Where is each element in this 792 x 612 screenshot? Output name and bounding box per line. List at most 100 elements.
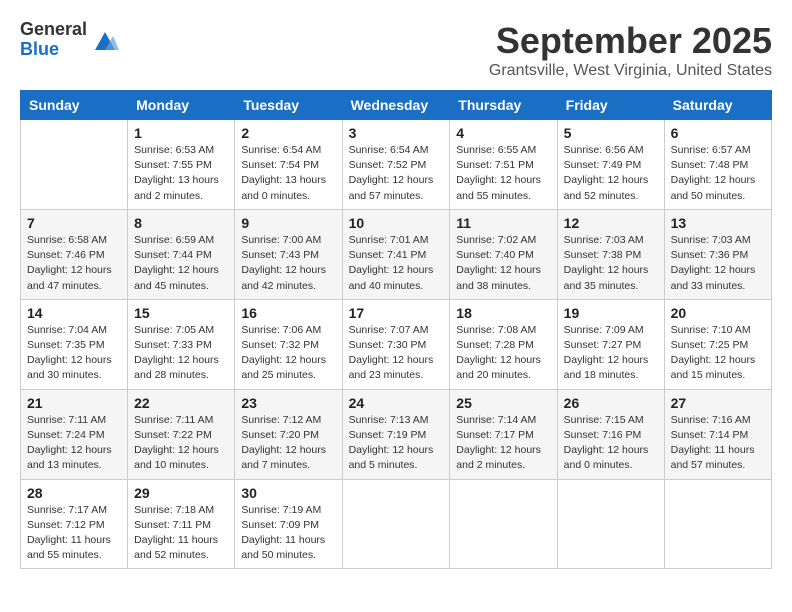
- calendar-cell: 6 Sunrise: 6:57 AM Sunset: 7:48 PM Daylig…: [664, 120, 771, 210]
- day-number: 22: [134, 395, 228, 411]
- calendar-cell: [664, 479, 771, 569]
- day-info: Sunrise: 7:04 AM Sunset: 7:35 PM Dayligh…: [27, 323, 121, 384]
- calendar-cell: 14 Sunrise: 7:04 AM Sunset: 7:35 PM Dayli…: [21, 299, 128, 389]
- calendar-cell: 15 Sunrise: 7:05 AM Sunset: 7:33 PM Dayli…: [128, 299, 235, 389]
- calendar-cell: 8 Sunrise: 6:59 AM Sunset: 7:44 PM Daylig…: [128, 209, 235, 299]
- day-number: 27: [671, 395, 765, 411]
- calendar-cell: 10Sunrise: 7:01 AM Sunset: 7:41 PM Dayli…: [342, 209, 450, 299]
- day-info: Sunrise: 7:11 AM Sunset: 7:22 PM Dayligh…: [134, 413, 228, 474]
- day-number: 30: [241, 485, 335, 501]
- page-header: General Blue September 2025 Grantsville,…: [20, 20, 772, 80]
- day-info: Sunrise: 7:09 AM Sunset: 7:27 PM Dayligh…: [564, 323, 658, 384]
- logo-blue-text: Blue: [20, 40, 87, 60]
- calendar-cell: 9 Sunrise: 7:00 AM Sunset: 7:43 PM Daylig…: [235, 209, 342, 299]
- calendar-week-3: 14 Sunrise: 7:04 AM Sunset: 7:35 PM Dayli…: [21, 299, 772, 389]
- day-number: 15: [134, 305, 228, 321]
- day-info: Sunrise: 7:10 AM Sunset: 7:25 PM Dayligh…: [671, 323, 765, 384]
- calendar-cell: 5Sunrise: 6:56 AM Sunset: 7:49 PM Daylig…: [557, 120, 664, 210]
- day-number: 17: [349, 305, 444, 321]
- day-number: 18: [456, 305, 550, 321]
- title-area: September 2025 Grantsville, West Virgini…: [489, 20, 772, 80]
- calendar-cell: 12 Sunrise: 7:03 AM Sunset: 7:38 PM Dayli…: [557, 209, 664, 299]
- logo-icon: [91, 26, 119, 54]
- calendar-cell: 20Sunrise: 7:10 AM Sunset: 7:25 PM Dayli…: [664, 299, 771, 389]
- calendar-week-1: 1 Sunrise: 6:53 AM Sunset: 7:55 PM Daylig…: [21, 120, 772, 210]
- day-number: 7: [27, 215, 121, 231]
- day-number: 5: [564, 125, 658, 141]
- calendar-cell: 23Sunrise: 7:12 AM Sunset: 7:20 PM Dayli…: [235, 389, 342, 479]
- day-info: Sunrise: 7:03 AM Sunset: 7:38 PM Dayligh…: [564, 233, 658, 294]
- day-info: Sunrise: 7:07 AM Sunset: 7:30 PM Dayligh…: [349, 323, 444, 384]
- day-info: Sunrise: 7:11 AM Sunset: 7:24 PM Dayligh…: [27, 413, 121, 474]
- calendar-cell: 22 Sunrise: 7:11 AM Sunset: 7:22 PM Dayli…: [128, 389, 235, 479]
- calendar-cell: 16 Sunrise: 7:06 AM Sunset: 7:32 PM Dayli…: [235, 299, 342, 389]
- weekday-header-friday: Friday: [557, 91, 664, 120]
- weekday-header-sunday: Sunday: [21, 91, 128, 120]
- calendar-cell: 24 Sunrise: 7:13 AM Sunset: 7:19 PM Dayli…: [342, 389, 450, 479]
- day-number: 6: [671, 125, 765, 141]
- day-number: 8: [134, 215, 228, 231]
- calendar-cell: [342, 479, 450, 569]
- calendar-cell: 13Sunrise: 7:03 AM Sunset: 7:36 PM Dayli…: [664, 209, 771, 299]
- calendar-cell: 21 Sunrise: 7:11 AM Sunset: 7:24 PM Dayli…: [21, 389, 128, 479]
- calendar-cell: 19 Sunrise: 7:09 AM Sunset: 7:27 PM Dayli…: [557, 299, 664, 389]
- day-info: Sunrise: 7:13 AM Sunset: 7:19 PM Dayligh…: [349, 413, 444, 474]
- day-info: Sunrise: 6:53 AM Sunset: 7:55 PM Dayligh…: [134, 143, 228, 204]
- calendar-cell: 30 Sunrise: 7:19 AM Sunset: 7:09 PM Dayli…: [235, 479, 342, 569]
- day-info: Sunrise: 7:05 AM Sunset: 7:33 PM Dayligh…: [134, 323, 228, 384]
- calendar-cell: [557, 479, 664, 569]
- calendar-cell: 17 Sunrise: 7:07 AM Sunset: 7:30 PM Dayli…: [342, 299, 450, 389]
- day-info: Sunrise: 7:18 AM Sunset: 7:11 PM Dayligh…: [134, 503, 228, 564]
- calendar-cell: 18 Sunrise: 7:08 AM Sunset: 7:28 PM Dayli…: [450, 299, 557, 389]
- calendar-cell: 7 Sunrise: 6:58 AM Sunset: 7:46 PM Daylig…: [21, 209, 128, 299]
- day-number: 26: [564, 395, 658, 411]
- day-info: Sunrise: 6:57 AM Sunset: 7:48 PM Dayligh…: [671, 143, 765, 204]
- day-number: 9: [241, 215, 335, 231]
- day-number: 1: [134, 125, 228, 141]
- day-info: Sunrise: 7:12 AM Sunset: 7:20 PM Dayligh…: [241, 413, 335, 474]
- day-info: Sunrise: 6:59 AM Sunset: 7:44 PM Dayligh…: [134, 233, 228, 294]
- day-info: Sunrise: 7:14 AM Sunset: 7:17 PM Dayligh…: [456, 413, 550, 474]
- day-number: 12: [564, 215, 658, 231]
- day-info: Sunrise: 6:55 AM Sunset: 7:51 PM Dayligh…: [456, 143, 550, 204]
- calendar-cell: 2 Sunrise: 6:54 AM Sunset: 7:54 PM Daylig…: [235, 120, 342, 210]
- day-info: Sunrise: 7:06 AM Sunset: 7:32 PM Dayligh…: [241, 323, 335, 384]
- day-info: Sunrise: 6:54 AM Sunset: 7:52 PM Dayligh…: [349, 143, 444, 204]
- calendar-week-5: 28Sunrise: 7:17 AM Sunset: 7:12 PM Dayli…: [21, 479, 772, 569]
- day-number: 28: [27, 485, 121, 501]
- calendar-cell: 28Sunrise: 7:17 AM Sunset: 7:12 PM Dayli…: [21, 479, 128, 569]
- weekday-header-wednesday: Wednesday: [342, 91, 450, 120]
- day-number: 25: [456, 395, 550, 411]
- calendar-cell: 1 Sunrise: 6:53 AM Sunset: 7:55 PM Daylig…: [128, 120, 235, 210]
- day-info: Sunrise: 6:58 AM Sunset: 7:46 PM Dayligh…: [27, 233, 121, 294]
- calendar-cell: 27Sunrise: 7:16 AM Sunset: 7:14 PM Dayli…: [664, 389, 771, 479]
- weekday-header-monday: Monday: [128, 91, 235, 120]
- day-number: 24: [349, 395, 444, 411]
- day-number: 2: [241, 125, 335, 141]
- day-info: Sunrise: 7:15 AM Sunset: 7:16 PM Dayligh…: [564, 413, 658, 474]
- day-number: 16: [241, 305, 335, 321]
- calendar-cell: [450, 479, 557, 569]
- day-number: 19: [564, 305, 658, 321]
- calendar-week-4: 21 Sunrise: 7:11 AM Sunset: 7:24 PM Dayli…: [21, 389, 772, 479]
- calendar-header-row: SundayMondayTuesdayWednesdayThursdayFrid…: [21, 91, 772, 120]
- day-number: 11: [456, 215, 550, 231]
- day-number: 3: [349, 125, 444, 141]
- calendar-table: SundayMondayTuesdayWednesdayThursdayFrid…: [20, 90, 772, 569]
- weekday-header-thursday: Thursday: [450, 91, 557, 120]
- calendar-cell: 3 Sunrise: 6:54 AM Sunset: 7:52 PM Daylig…: [342, 120, 450, 210]
- day-number: 10: [349, 215, 444, 231]
- calendar-cell: 26 Sunrise: 7:15 AM Sunset: 7:16 PM Dayli…: [557, 389, 664, 479]
- day-number: 14: [27, 305, 121, 321]
- day-info: Sunrise: 7:19 AM Sunset: 7:09 PM Dayligh…: [241, 503, 335, 564]
- month-title: September 2025: [489, 20, 772, 62]
- weekday-header-saturday: Saturday: [664, 91, 771, 120]
- day-info: Sunrise: 7:00 AM Sunset: 7:43 PM Dayligh…: [241, 233, 335, 294]
- day-info: Sunrise: 7:03 AM Sunset: 7:36 PM Dayligh…: [671, 233, 765, 294]
- day-number: 21: [27, 395, 121, 411]
- day-info: Sunrise: 7:08 AM Sunset: 7:28 PM Dayligh…: [456, 323, 550, 384]
- day-info: Sunrise: 6:54 AM Sunset: 7:54 PM Dayligh…: [241, 143, 335, 204]
- day-number: 4: [456, 125, 550, 141]
- day-number: 29: [134, 485, 228, 501]
- calendar-cell: [21, 120, 128, 210]
